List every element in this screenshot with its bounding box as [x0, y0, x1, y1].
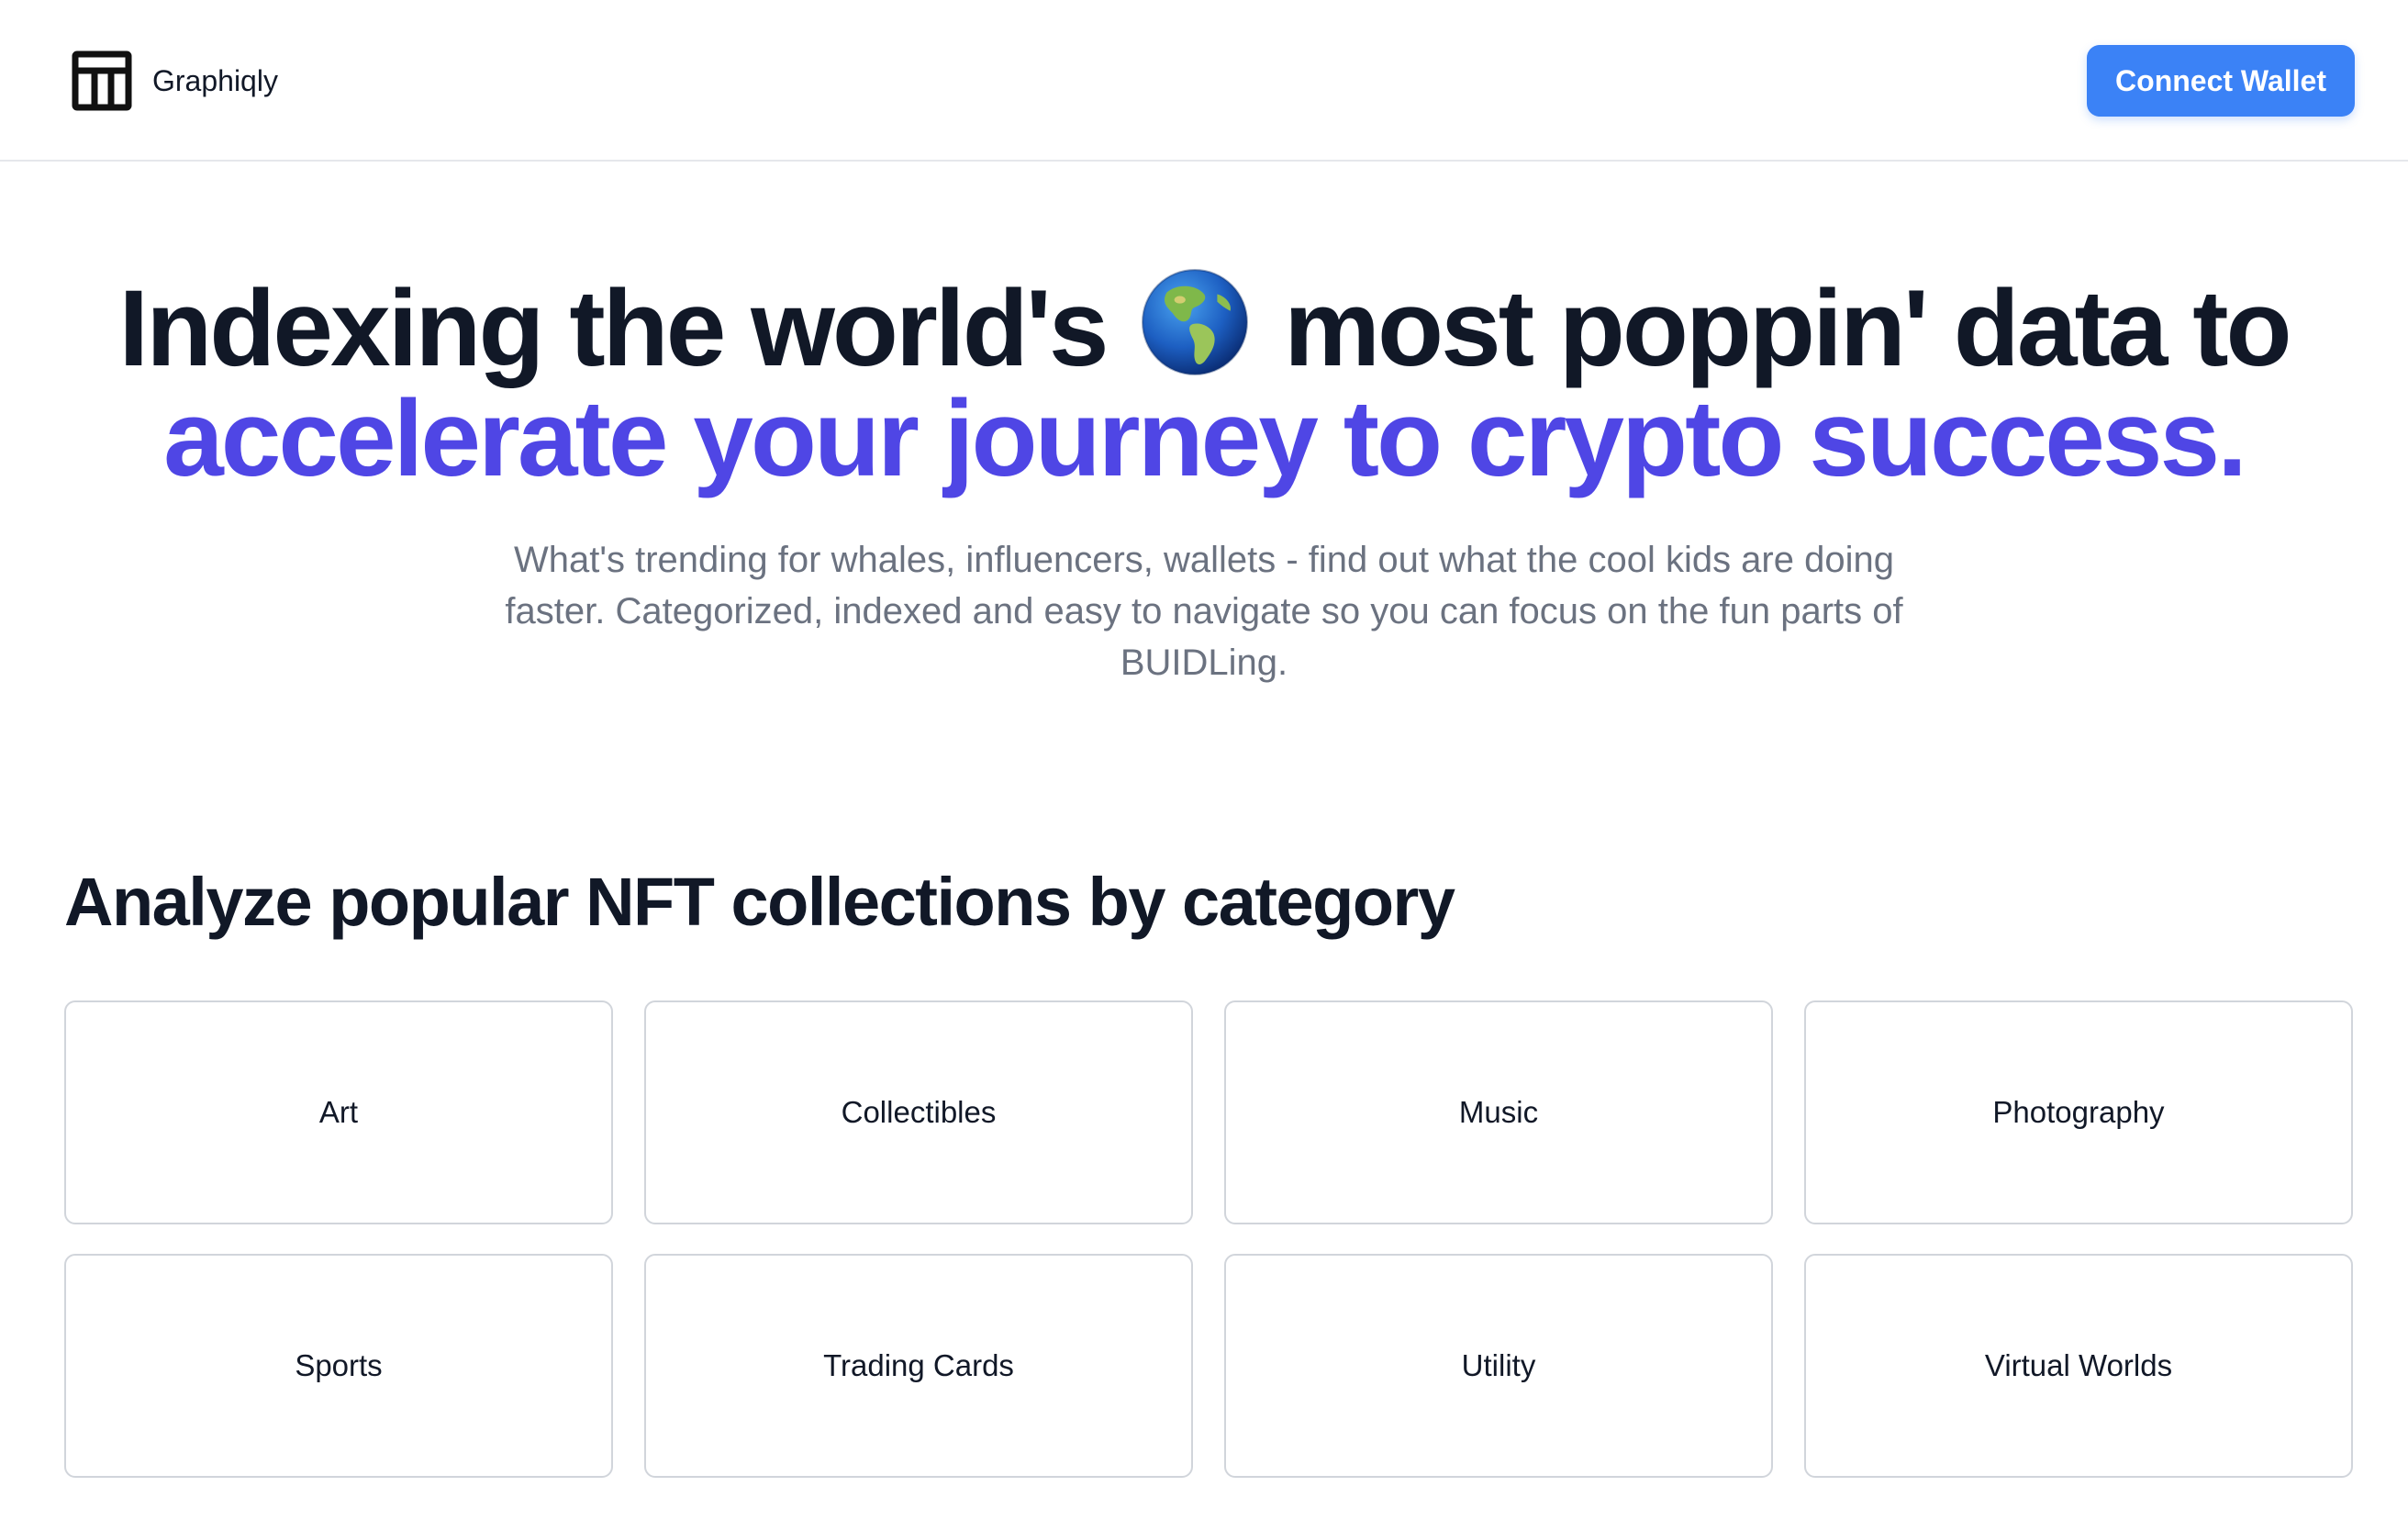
- category-card-photography[interactable]: Photography: [1804, 1000, 2353, 1224]
- hero-title-part1: Indexing the world's: [118, 268, 1109, 389]
- hero-subtitle: What's trending for whales, influencers,…: [505, 540, 1903, 683]
- brand[interactable]: Graphiqly: [72, 50, 278, 111]
- category-card-virtual-worlds[interactable]: Virtual Worlds: [1804, 1254, 2353, 1478]
- table-layout-icon: [72, 50, 132, 111]
- category-card-utility[interactable]: Utility: [1224, 1254, 1773, 1478]
- top-navbar: Graphiqly Connect Wallet: [0, 0, 2408, 162]
- brand-name: Graphiqly: [152, 63, 278, 97]
- category-card-trading-cards[interactable]: Trading Cards: [644, 1254, 1193, 1478]
- categories-section-title: Analyze popular NFT collections by categ…: [64, 864, 1455, 940]
- connect-wallet-button[interactable]: Connect Wallet: [2087, 45, 2355, 117]
- hero-section: Indexing the world's most poppin' data t…: [0, 266, 2408, 683]
- category-label: Utility: [1461, 1348, 1536, 1382]
- category-grid: Art Collectibles Music Photography Sport…: [64, 1000, 2355, 1478]
- category-label: Art: [318, 1095, 359, 1129]
- category-label: Sports: [295, 1348, 383, 1382]
- category-label: Photography: [1992, 1095, 2165, 1129]
- category-card-sports[interactable]: Sports: [64, 1254, 613, 1478]
- category-label: Trading Cards: [823, 1348, 1014, 1382]
- category-card-collectibles[interactable]: Collectibles: [644, 1000, 1193, 1224]
- category-label: Collectibles: [841, 1095, 997, 1129]
- hero-title-accent: accelerate your journey to crypto succes…: [163, 378, 2247, 499]
- category-card-art[interactable]: Art: [64, 1000, 613, 1224]
- globe-icon: [1142, 269, 1249, 375]
- hero-title: Indexing the world's most poppin' data t…: [0, 266, 2408, 494]
- category-label: Music: [1458, 1095, 1539, 1129]
- category-card-music[interactable]: Music: [1224, 1000, 1773, 1224]
- hero-title-part2: most poppin' data to: [1284, 268, 2292, 389]
- category-label: Virtual Worlds: [1984, 1348, 2173, 1382]
